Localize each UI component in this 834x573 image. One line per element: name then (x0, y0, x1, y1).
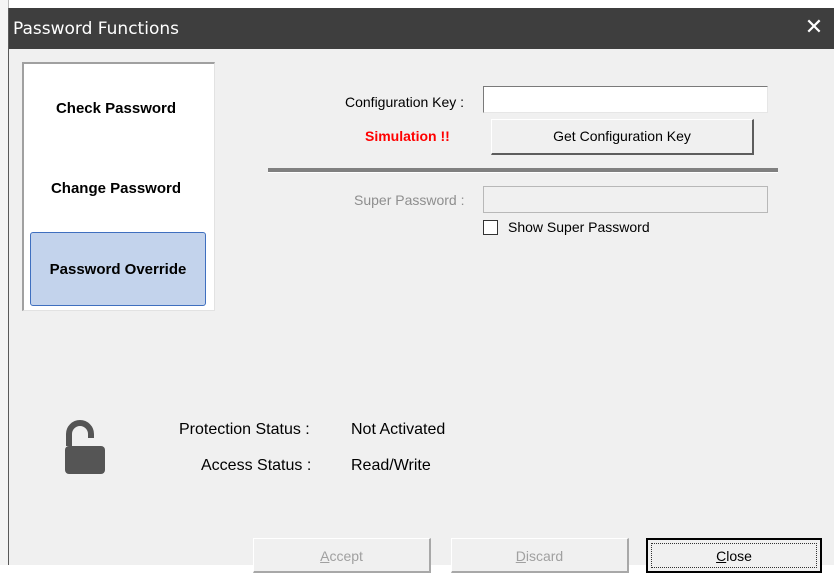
get-configuration-key-button[interactable]: Get Configuration Key (491, 119, 754, 155)
nav-item-label: Password Override (49, 260, 187, 278)
configuration-key-label: Configuration Key : (345, 94, 465, 110)
nav-item-check-password[interactable]: Check Password (28, 72, 204, 144)
protection-status-value: Not Activated (351, 421, 446, 438)
accept-label: ccept (329, 548, 363, 564)
nav-item-change-password[interactable]: Change Password (28, 152, 204, 224)
focus-rectangle (651, 543, 817, 568)
discard-mnemonic: D (515, 548, 526, 564)
nav-item-password-override[interactable]: Password Override (30, 232, 206, 306)
password-functions-dialog: Password Functions ✕ Check Password Chan… (8, 8, 834, 573)
nav-item-label: Change Password (50, 179, 182, 197)
close-button[interactable]: Close (646, 538, 822, 573)
simulation-warning: Simulation !! (365, 128, 450, 144)
title-bar[interactable]: Password Functions ✕ (9, 8, 834, 49)
access-status-label: Access Status : (201, 457, 312, 474)
configuration-key-input[interactable] (483, 86, 768, 113)
super-password-label: Super Password : (354, 192, 465, 208)
discard-button[interactable]: Discard (451, 538, 629, 573)
window-title: Password Functions (13, 19, 179, 39)
protection-status-label: Protection Status : (179, 421, 310, 438)
access-status-value: Read/Write (351, 457, 431, 474)
accept-button[interactable]: Accept (253, 538, 431, 573)
show-super-password-checkbox[interactable] (483, 220, 498, 235)
close-window-icon[interactable]: ✕ (801, 15, 827, 41)
discard-label: iscard (525, 548, 564, 564)
section-separator (268, 168, 778, 173)
nav-item-label: Check Password (55, 99, 177, 117)
super-password-input[interactable] (483, 186, 768, 213)
unlocked-padlock-icon (65, 420, 105, 474)
get-configuration-key-label: Get Configuration Key (553, 128, 691, 144)
function-nav-panel: Check Password Change Password Password … (22, 62, 215, 311)
show-super-password-label: Show Super Password (508, 219, 650, 235)
